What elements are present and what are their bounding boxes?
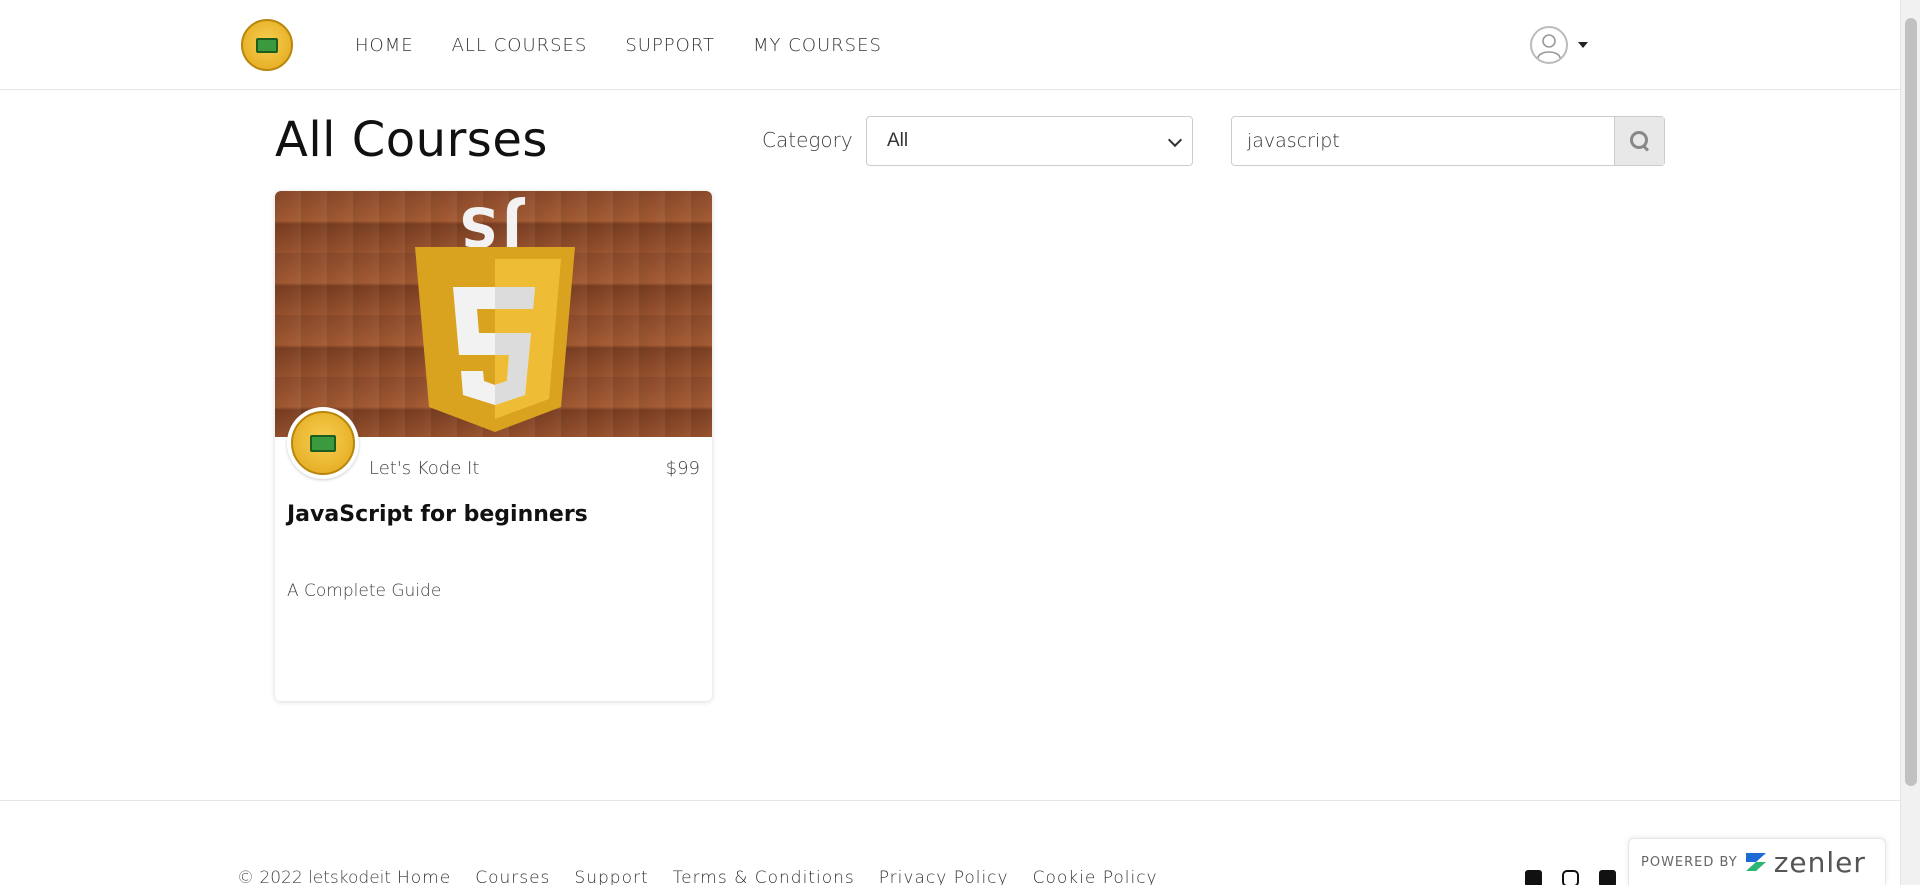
- footer-link-home[interactable]: Home: [397, 868, 451, 885]
- author-name[interactable]: Let's Kode It: [369, 458, 479, 479]
- nav-all-courses[interactable]: ALL COURSES: [452, 35, 588, 56]
- footer-divider: [0, 800, 1900, 801]
- category-label: Category: [762, 128, 853, 152]
- twitter-icon[interactable]: [1599, 870, 1616, 885]
- author-laptop-icon: [310, 434, 336, 452]
- course-thumbnail[interactable]: JS: [275, 191, 712, 437]
- zenler-logo-icon: [1745, 853, 1766, 871]
- course-title[interactable]: JavaScript for beginners: [287, 502, 588, 527]
- zenler-brand-text: zenler: [1773, 845, 1866, 879]
- js-shield-icon: [415, 247, 575, 432]
- course-price: $99: [665, 458, 700, 479]
- nav-support[interactable]: SUPPORT: [625, 35, 715, 56]
- author-avatar[interactable]: [287, 407, 359, 479]
- category-select[interactable]: All: [866, 116, 1193, 166]
- powered-by-label: POWERED BY: [1641, 854, 1738, 870]
- logo-laptop-icon: [256, 37, 278, 53]
- top-navigation-bar: HOME ALL COURSES SUPPORT MY COURSES: [0, 0, 1900, 90]
- footer-link-courses[interactable]: Courses: [475, 868, 550, 885]
- caret-down-icon[interactable]: [1578, 42, 1588, 48]
- page-scrollbar[interactable]: [1900, 0, 1920, 885]
- footer-link-terms[interactable]: Terms & Conditions: [673, 868, 855, 885]
- nav-my-courses[interactable]: MY COURSES: [753, 35, 882, 56]
- scrollbar-thumb[interactable]: [1905, 18, 1917, 786]
- footer-link-cookie[interactable]: Cookie Policy: [1033, 868, 1158, 885]
- category-selected-value: All: [887, 130, 909, 151]
- social-links: [1525, 870, 1616, 885]
- user-silhouette-icon: [1537, 34, 1561, 59]
- search-button[interactable]: [1614, 117, 1664, 165]
- facebook-icon[interactable]: [1525, 870, 1542, 885]
- footer-link-support[interactable]: Support: [574, 868, 648, 885]
- footer-links: Home Courses Support Terms & Conditions …: [397, 868, 1158, 885]
- main-nav: HOME ALL COURSES SUPPORT MY COURSES: [355, 35, 882, 56]
- chevron-down-icon: [1167, 132, 1183, 148]
- search-icon: [1629, 131, 1650, 151]
- nav-home[interactable]: HOME: [355, 35, 414, 56]
- instagram-icon[interactable]: [1562, 870, 1579, 885]
- search-box: [1231, 116, 1665, 166]
- search-input[interactable]: [1232, 117, 1614, 165]
- footer-link-privacy[interactable]: Privacy Policy: [879, 868, 1009, 885]
- course-card[interactable]: JS Let's Kode It $99 JavaScript for begi…: [275, 191, 712, 701]
- footer-copyright: © 2022 letskodeit: [237, 868, 392, 885]
- lets-kode-it-logo[interactable]: [241, 19, 293, 71]
- page-title: All Courses: [275, 112, 548, 168]
- author-logo-icon: [291, 411, 355, 475]
- powered-by-badge[interactable]: POWERED BY zenler: [1628, 838, 1886, 885]
- user-avatar-icon[interactable]: [1530, 26, 1568, 64]
- course-subtitle: A Complete Guide: [287, 581, 442, 601]
